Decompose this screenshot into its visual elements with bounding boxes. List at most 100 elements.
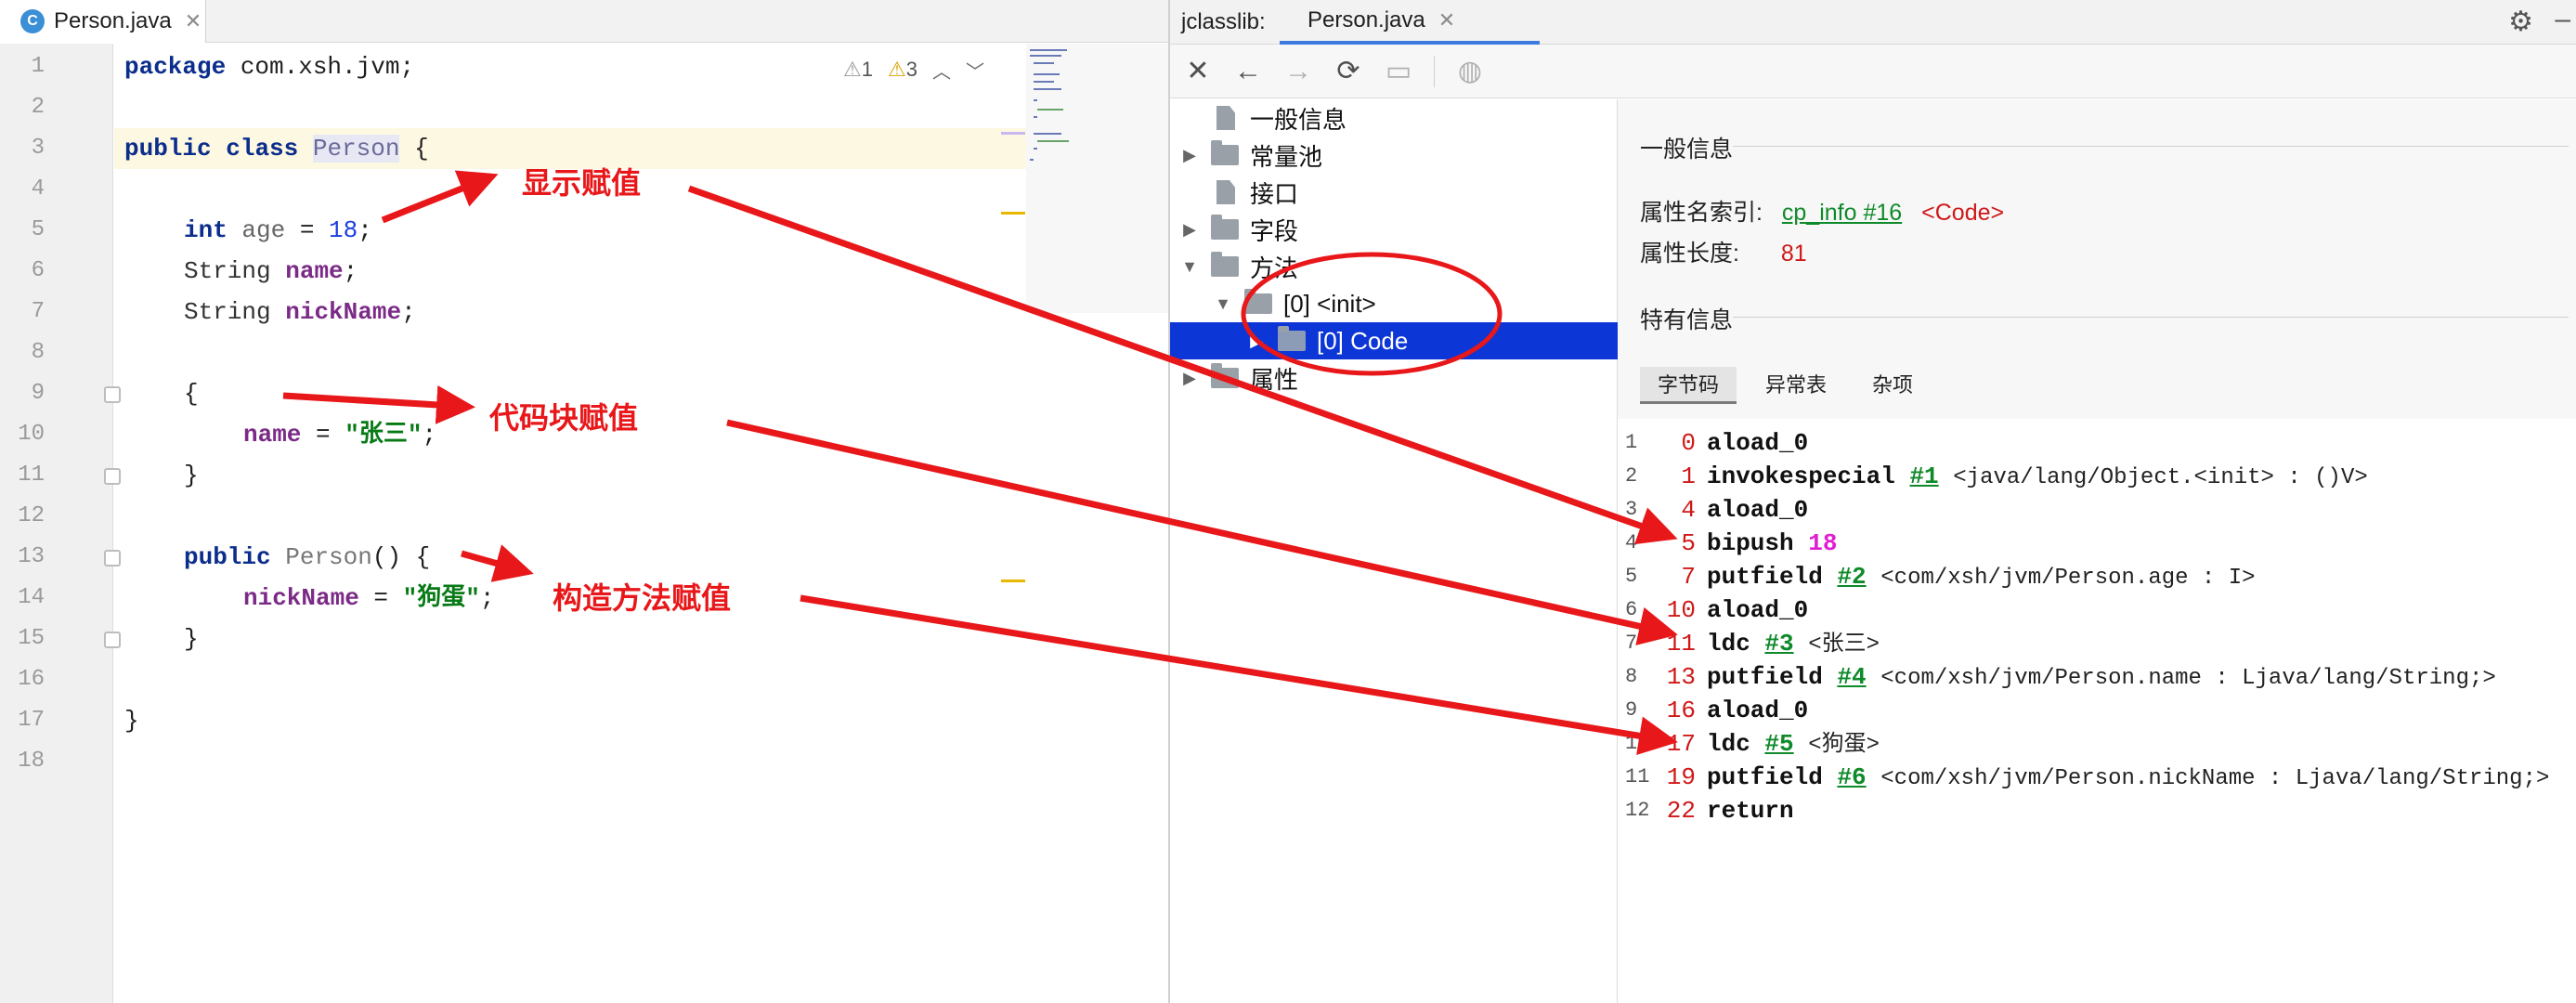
bytecode-row: 2 1 invokespecial #1 <java/lang/Object.<in…: [1618, 460, 2576, 493]
field-name: nickName: [243, 584, 359, 612]
tree-item-constant-pool[interactable]: ▶ 常量池: [1170, 137, 1618, 174]
bytecode-offset: 7: [1681, 563, 1696, 591]
opcode: ldc: [1707, 630, 1750, 658]
opcode: invokespecial: [1707, 462, 1895, 490]
code-minimap[interactable]: [1026, 44, 1168, 313]
opcode: aload_0: [1707, 697, 1809, 724]
bytecode-tabs: 字节码 异常表 杂项: [1640, 367, 2569, 404]
constant-pool-link[interactable]: #6: [1837, 763, 1866, 791]
globe-icon[interactable]: ◍: [1455, 55, 1485, 87]
attr-length-value: 81: [1780, 241, 1807, 267]
tree-item-general[interactable]: 一般信息: [1170, 99, 1618, 137]
tree-item-fields[interactable]: ▶ 字段: [1170, 211, 1618, 248]
line-number: 13: [18, 544, 45, 569]
constant-pool-link[interactable]: #2: [1837, 563, 1866, 591]
tree-item-methods[interactable]: ▼ 方法: [1170, 248, 1618, 285]
editor-file-tab[interactable]: C Person.java ✕: [0, 0, 206, 44]
bytecode-listing[interactable]: 1 0 aload_0 2 1 invokespecial #1 <java/lang/O…: [1618, 419, 2576, 1003]
tree-item-label: [0] Code: [1317, 326, 1409, 355]
file-tab-label: Person.java: [54, 8, 172, 33]
tree-item-interfaces[interactable]: 接口: [1170, 174, 1618, 211]
constant-pool-link[interactable]: #5: [1764, 730, 1793, 758]
bytecode-line-index: 1: [1625, 431, 1638, 454]
operand-reference: <com/xsh/jvm/Person.nickName : Ljava/lan…: [1880, 766, 2550, 791]
bytecode-offset: 0: [1681, 429, 1696, 457]
bytecode-instruction: aload_0: [1707, 426, 1808, 460]
bytecode-offset: 19: [1666, 763, 1696, 791]
bytecode-row: 5 7 putfield #2 <com/xsh/jvm/Person.age : …: [1618, 560, 2576, 593]
close-icon[interactable]: ✕: [185, 9, 202, 33]
tree-item-label: 接口: [1250, 179, 1299, 208]
code-text: }: [184, 625, 199, 653]
collapse-arrow-icon[interactable]: ▼: [1213, 294, 1233, 314]
string-literal: "狗蛋": [402, 584, 480, 612]
close-icon[interactable]: ✕: [1438, 8, 1455, 33]
bytecode-line-index: 10: [1625, 732, 1650, 755]
constant-pool-link[interactable]: #1: [1909, 462, 1938, 490]
chevron-up-icon[interactable]: ︿: [932, 57, 951, 84]
tree-item-code-selected[interactable]: ▶ [0] Code: [1170, 322, 1618, 359]
code-line: String nickName;: [114, 292, 1140, 332]
warning-count[interactable]: ⚠1: [843, 58, 873, 82]
opcode: putfield: [1707, 663, 1823, 691]
tree-item-method-init[interactable]: ▼ [0] <init>: [1170, 285, 1618, 322]
refresh-icon[interactable]: ⟳: [1334, 55, 1363, 87]
bytecode-line-index: 8: [1625, 665, 1638, 688]
inspection-widget[interactable]: ⚠1 ⚠3 ︿ ﹀: [843, 56, 984, 84]
toolbar-separator: [1434, 55, 1435, 87]
save-icon[interactable]: ▭: [1384, 55, 1413, 87]
tree-item-label: 一般信息: [1250, 105, 1347, 134]
file-icon: [1216, 180, 1235, 204]
weak-warning-count[interactable]: ⚠3: [888, 58, 917, 82]
bytecode-instruction: aload_0: [1707, 493, 1808, 527]
forward-arrow-icon[interactable]: →: [1283, 56, 1313, 87]
opcode: ldc: [1707, 730, 1750, 758]
back-arrow-icon[interactable]: ←: [1233, 56, 1263, 87]
expand-arrow-icon[interactable]: ▶: [1179, 220, 1200, 240]
constant-pool-link[interactable]: #4: [1837, 663, 1866, 691]
bytecode-line-index: 6: [1625, 598, 1638, 621]
line-number: 7: [31, 299, 45, 324]
code-text: }: [184, 462, 199, 489]
jclasslib-tab-label: Person.java: [1308, 7, 1425, 33]
tab-bytecode[interactable]: 字节码: [1640, 367, 1737, 404]
code-text: ;: [479, 584, 495, 612]
tab-misc[interactable]: 杂项: [1855, 367, 1930, 404]
field-name: name: [285, 257, 344, 285]
line-number: 16: [18, 667, 45, 692]
jclasslib-file-tab[interactable]: Person.java ✕: [1280, 0, 1540, 45]
opcode: bipush: [1707, 529, 1794, 557]
operand-reference: <java/lang/Object.<init> : ()V>: [1953, 465, 2368, 490]
bytecode-instruction: putfield #4 <com/xsh/jvm/Person.name : L…: [1707, 660, 2496, 696]
constructor-name: Person: [285, 543, 372, 571]
bytecode-line-index: 2: [1625, 464, 1638, 488]
line-number: 4: [31, 176, 45, 202]
bytecode-row: 12 22 return: [1618, 794, 2576, 827]
tree-item-attributes[interactable]: ▶ 属性: [1170, 359, 1618, 397]
expand-arrow-icon[interactable]: ▶: [1246, 332, 1267, 351]
line-number: 6: [31, 258, 45, 283]
expand-arrow-icon[interactable]: ▶: [1179, 146, 1200, 165]
bytecode-instruction: bipush 18: [1707, 527, 1837, 560]
opcode: aload_0: [1707, 596, 1809, 624]
minimize-icon[interactable]: –: [2555, 4, 2570, 35]
opcode: return: [1707, 797, 1794, 825]
opcode: aload_0: [1707, 496, 1809, 524]
field-name: name: [243, 421, 302, 449]
keyword: class: [226, 135, 299, 163]
bytecode-offset: 22: [1666, 797, 1696, 825]
bytecode-row: 4 5 bipush 18: [1618, 527, 2576, 560]
expand-arrow-icon[interactable]: ▶: [1179, 369, 1200, 388]
code-text: =: [301, 421, 345, 449]
code-editor: C Person.java ✕ 1 2 3 4 5 6 7 8 9 10 11 …: [0, 0, 1168, 1003]
gear-icon[interactable]: ⚙: [2508, 6, 2533, 38]
folder-icon: [1211, 215, 1239, 240]
constant-pool-link[interactable]: #3: [1764, 630, 1793, 658]
tab-exception-table[interactable]: 异常表: [1748, 367, 1844, 404]
chevron-down-icon[interactable]: ﹀: [966, 57, 984, 84]
close-icon[interactable]: ✕: [1183, 55, 1213, 87]
cp-info-link[interactable]: cp_info #16: [1782, 200, 1902, 226]
warning-icon: ⚠: [843, 58, 862, 81]
collapse-arrow-icon[interactable]: ▼: [1179, 257, 1200, 277]
weak-warning-icon: ⚠: [887, 58, 906, 81]
